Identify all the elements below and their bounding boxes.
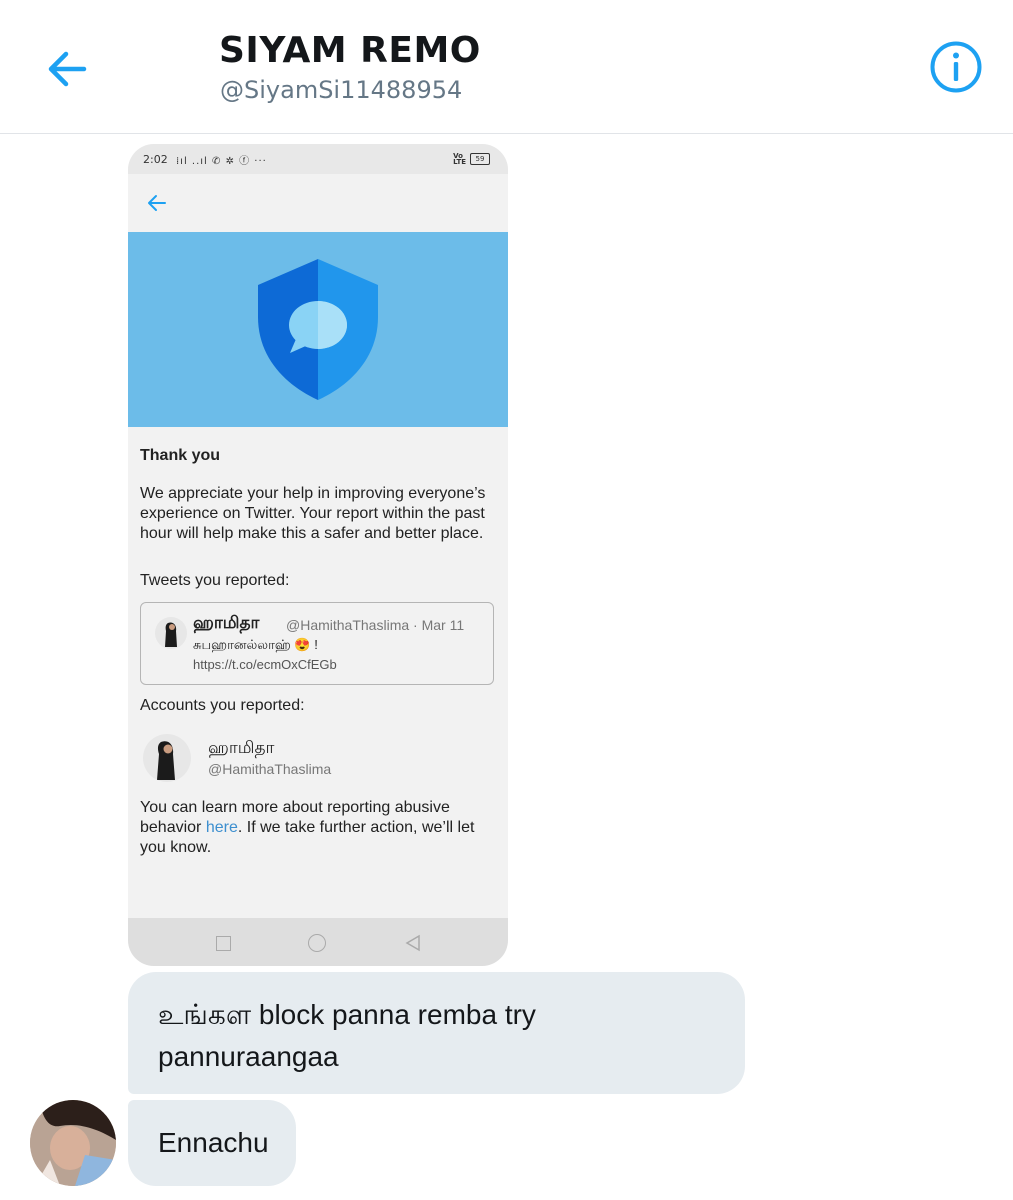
message-bubble[interactable]: Ennachu (128, 1100, 296, 1186)
volte-icon: Vo LTE (453, 152, 466, 166)
screenshot-attachment[interactable]: 2:02 ⁞ıl ..ıl ✆ ✲ ⓕ ··· Vo LTE 59 Thank y… (128, 144, 508, 966)
tweet-meta: @HamithaThaslima · Mar 11 (286, 617, 465, 633)
appreciation-paragraph: We appreciate your help in improving eve… (140, 485, 486, 542)
thank-you-heading: Thank you (140, 447, 221, 464)
phone-status-bar: 2:02 ⁞ıl ..ıl ✆ ✲ ⓕ ··· Vo LTE 59 (128, 144, 508, 174)
message-bubble[interactable]: உங்கள block panna remba try pannuraangaa (128, 972, 745, 1094)
learn-more-text: You can learn more about reporting abusi… (140, 798, 500, 858)
home-icon (308, 934, 326, 952)
tweets-reported-label: Tweets you reported: (140, 572, 290, 589)
tweet-author-name: ஹாமிதா (193, 613, 260, 632)
here-link: here (205, 819, 238, 836)
sender-avatar[interactable] (30, 1100, 116, 1186)
phone-nav-bar (128, 918, 508, 966)
tweet-link: https://t.co/ecmOxCfEGb (193, 657, 337, 672)
tweet-text: சுபஹானல்லாஹ் 😍 ! (193, 637, 318, 652)
back-arrow-icon[interactable] (44, 46, 90, 92)
reported-account-name: ஹாமிதா (208, 738, 275, 757)
report-confirmation: Thank you We appreciate your help in imp… (140, 446, 500, 856)
accounts-reported-label: Accounts you reported: (140, 697, 305, 714)
message-text: உங்கள block panna remba try pannuraangaa (158, 999, 536, 1072)
signal-icon: ⁞ıl ..ıl ✆ ✲ ⓕ ··· (176, 156, 267, 167)
avatar (155, 617, 187, 649)
contact-name: SIYAM REMO (219, 30, 481, 71)
inner-back-arrow-icon (148, 195, 166, 211)
reported-account-handle: @HamithaThaslima (208, 761, 332, 777)
status-time: 2:02 (143, 153, 168, 166)
shield-speech-icon (258, 259, 378, 400)
avatar (143, 734, 191, 782)
contact-handle: @SiyamSi11488954 (220, 76, 463, 104)
reported-tweet-card: ஹாமிதா @HamithaThaslima · Mar 11 சுபஹானல… (140, 602, 494, 685)
message-text: Ennachu (158, 1127, 269, 1158)
info-icon[interactable] (929, 40, 983, 94)
battery-icon: 59 (470, 153, 490, 165)
conversation-header: SIYAM REMO @SiyamSi11488954 (0, 0, 1013, 134)
recents-icon (216, 936, 231, 951)
back-triangle-icon (405, 934, 420, 952)
inner-app-bar (128, 174, 508, 232)
safety-banner (128, 232, 508, 427)
